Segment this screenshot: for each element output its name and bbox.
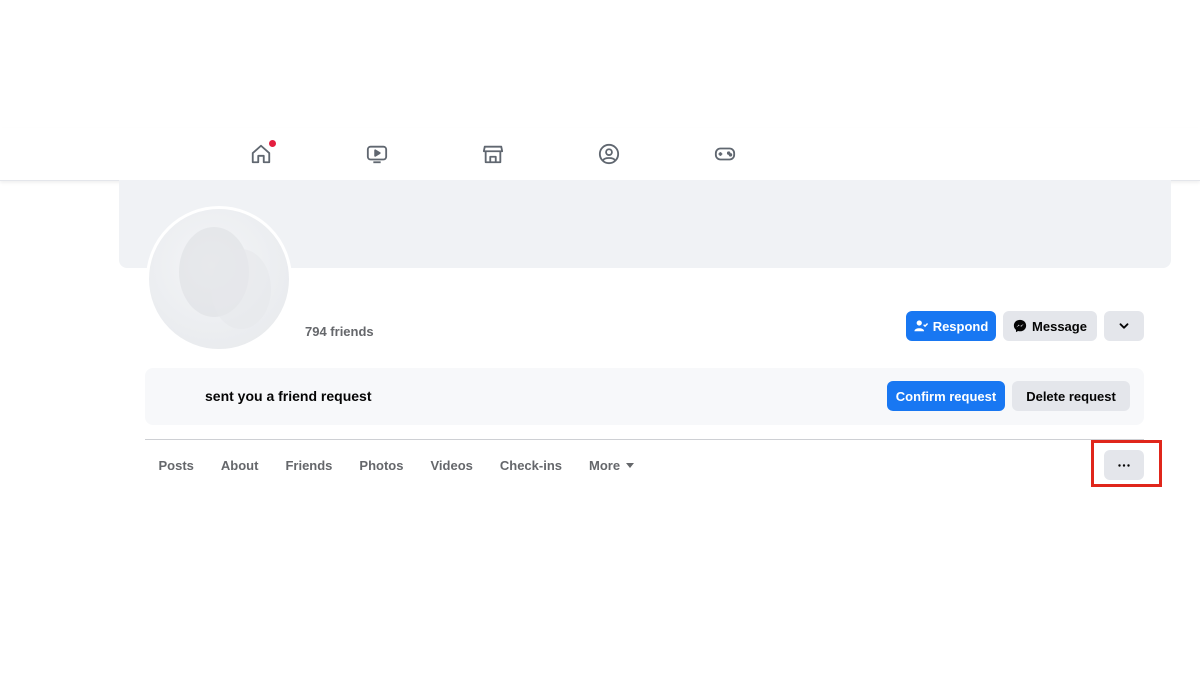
tab-photos[interactable]: Photos — [346, 440, 417, 490]
marketplace-icon[interactable] — [481, 142, 505, 166]
respond-label: Respond — [932, 318, 989, 334]
message-button[interactable]: Message — [1003, 311, 1097, 341]
tab-posts[interactable]: Posts — [145, 440, 207, 490]
tab-videos[interactable]: Videos — [417, 440, 486, 490]
profile-tabs: Posts About Friends Photos Videos Check-… — [145, 440, 648, 490]
tab-about[interactable]: About — [207, 440, 272, 490]
tab-more[interactable]: More — [576, 440, 648, 490]
watch-video-icon[interactable] — [365, 142, 389, 166]
annotation-highlight-box — [1091, 440, 1162, 487]
avatar-image-detail — [211, 249, 271, 329]
friends-count[interactable]: 794 friends — [305, 324, 374, 339]
messenger-icon — [1013, 319, 1027, 333]
caret-down-icon — [626, 462, 635, 468]
message-label: Message — [1032, 318, 1087, 334]
friend-request-text: sent you a friend request — [205, 388, 372, 404]
groups-icon[interactable] — [597, 142, 621, 166]
tab-more-label: More — [589, 457, 621, 473]
notification-dot — [269, 140, 276, 147]
respond-button[interactable]: Respond — [906, 311, 996, 341]
person-check-icon — [914, 319, 928, 333]
tab-check-ins[interactable]: Check-ins — [486, 440, 575, 490]
gaming-icon[interactable] — [713, 142, 737, 166]
profile-options-dropdown-button[interactable] — [1104, 311, 1144, 341]
delete-request-button[interactable]: Delete request — [1012, 381, 1130, 411]
chevron-down-icon — [1117, 319, 1131, 333]
tab-friends[interactable]: Friends — [272, 440, 346, 490]
profile-avatar[interactable] — [146, 206, 292, 352]
top-navigation-bar — [0, 128, 1200, 181]
home-icon[interactable] — [249, 140, 276, 166]
confirm-request-button[interactable]: Confirm request — [887, 381, 1005, 411]
